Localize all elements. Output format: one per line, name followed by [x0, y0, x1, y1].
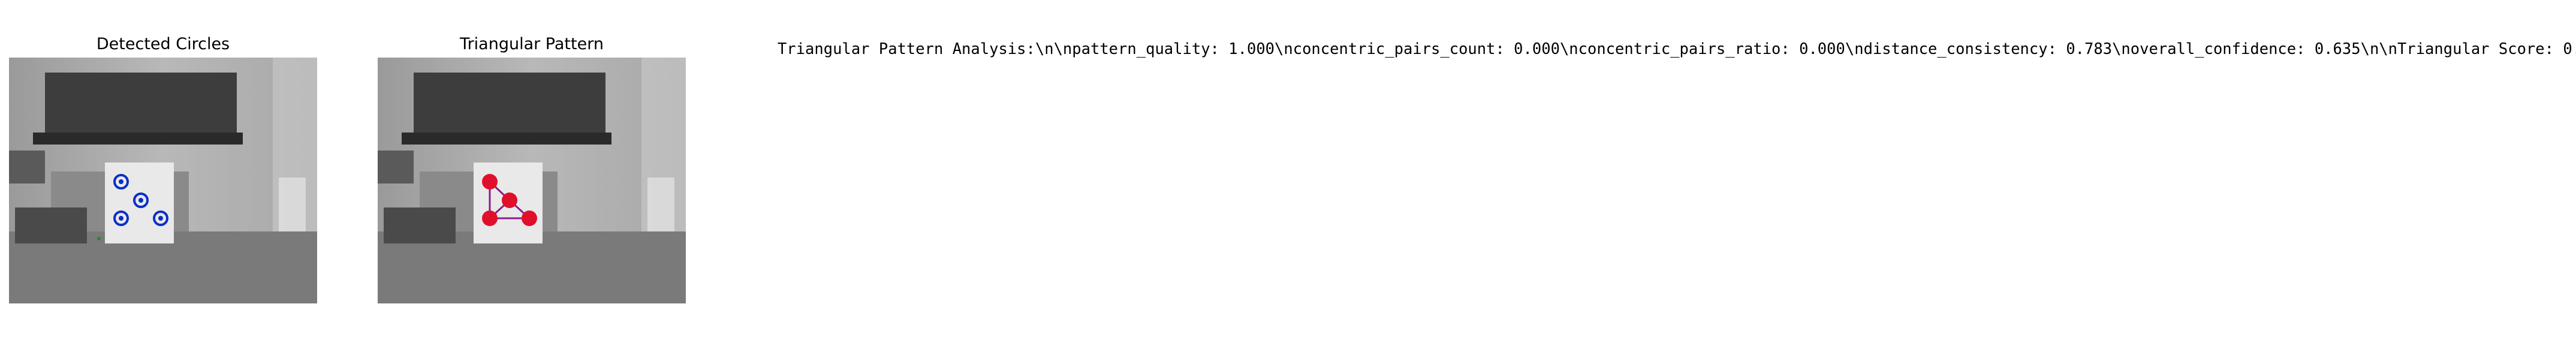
triangular-pattern-image: [378, 58, 686, 303]
green-marker: [97, 237, 101, 240]
triangular-pattern-title: Triangular Pattern: [460, 35, 604, 53]
analysis-text: Triangular Pattern Analysis:\n\npattern_…: [778, 40, 2576, 58]
triangle-vertex: [502, 192, 517, 208]
triangle-vertex: [482, 174, 498, 189]
triangle-vertex: [522, 210, 537, 226]
detected-circles-image: [9, 58, 317, 303]
detected-circles-title: Detected Circles: [96, 35, 230, 53]
triangle-vertex: [482, 210, 498, 226]
